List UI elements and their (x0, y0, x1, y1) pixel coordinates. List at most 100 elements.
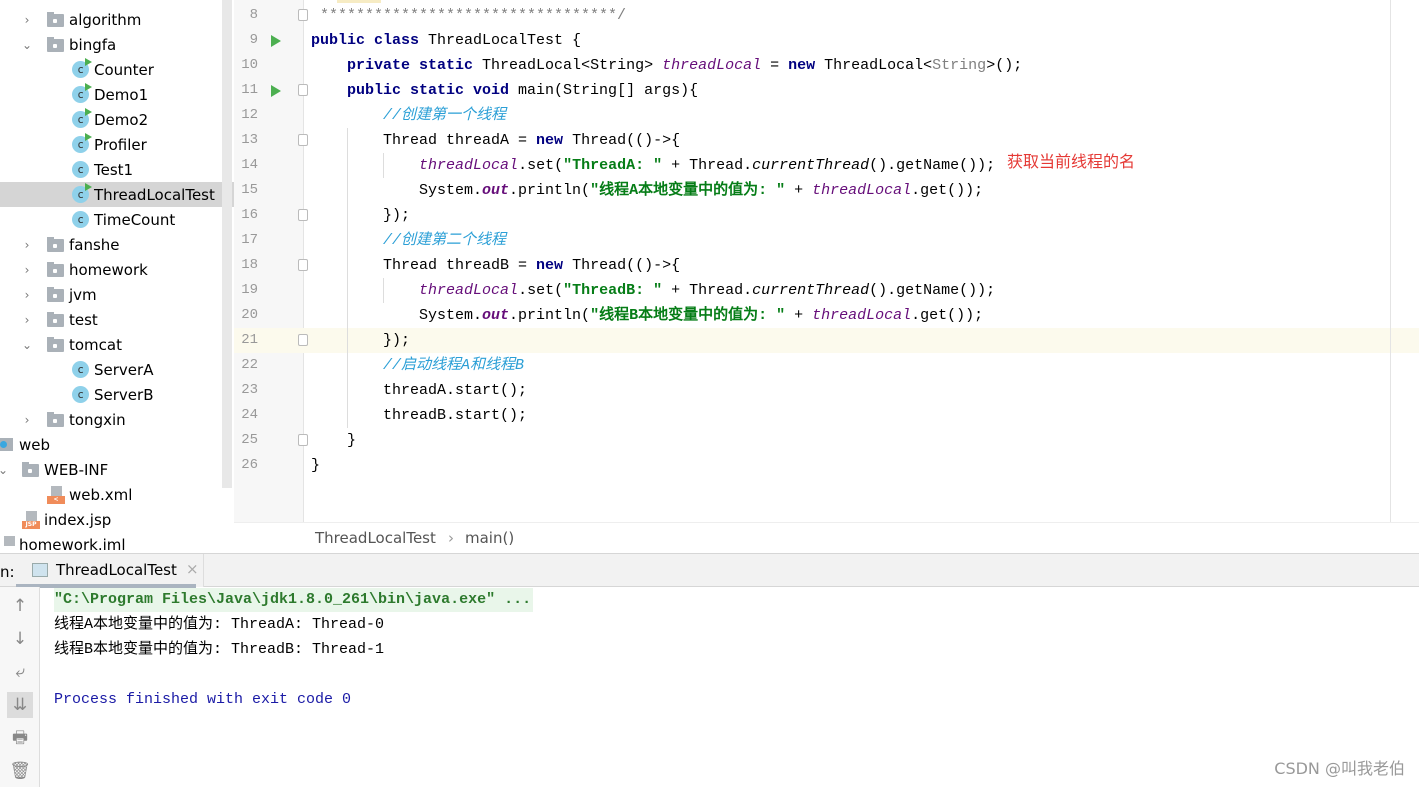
code-token: public static void (347, 82, 519, 99)
chevron-right-icon[interactable]: › (21, 313, 33, 327)
code-line[interactable]: 16 }); (234, 203, 1419, 228)
tree-item-profiler[interactable]: c Profiler (0, 132, 234, 157)
run-panel-header: n: ThreadLocalTest × (0, 553, 1419, 588)
tree-item-web-inf[interactable]: ⌄ WEB-INF (0, 457, 234, 482)
tree-item-timecount[interactable]: c TimeCount (0, 207, 234, 232)
tree-item-label: algorithm (69, 10, 142, 29)
code-line[interactable]: 24 threadB.start(); (234, 403, 1419, 428)
tree-item-label: homework.iml (19, 535, 126, 554)
tree-item-algorithm[interactable]: › algorithm (0, 7, 234, 32)
fold-marker-icon[interactable] (298, 134, 308, 146)
folder-icon (47, 312, 64, 327)
run-gutter-icon[interactable] (271, 35, 281, 47)
breadcrumb-separator: › (448, 529, 454, 547)
run-gutter-icon[interactable] (271, 85, 281, 97)
chevron-right-icon[interactable]: › (21, 413, 33, 427)
up-arrow-icon[interactable]: ↑ (7, 593, 33, 619)
code-token: "ThreadB: " (563, 282, 663, 299)
code-token: Thread threadA = (311, 132, 537, 149)
code-line[interactable]: 22 //启动线程A和线程B (234, 353, 1419, 378)
code-token: threadB.start(); (311, 407, 528, 424)
code-text: System.out.println("线程A本地变量中的值为: " + thr… (311, 178, 983, 203)
right-margin-guide (1390, 0, 1391, 522)
tree-item-threadlocaltest[interactable]: c ThreadLocalTest (0, 182, 234, 207)
code-line[interactable]: 25 } (234, 428, 1419, 453)
chevron-right-icon[interactable]: › (21, 263, 33, 277)
line-number: 9 (249, 32, 258, 48)
code-token: out (482, 307, 510, 324)
code-text: *********************************/ (311, 3, 626, 28)
code-line[interactable]: 26} (234, 453, 1419, 478)
breadcrumb-method[interactable]: main() (465, 529, 514, 547)
code-line[interactable]: 20 System.out.println("线程B本地变量中的值为: " + … (234, 303, 1419, 328)
tree-item-homework[interactable]: › homework (0, 257, 234, 282)
line-number: 14 (241, 157, 258, 173)
tree-item-servera[interactable]: c ServerA (0, 357, 234, 382)
tree-item-label: index.jsp (44, 510, 112, 529)
fold-marker-icon[interactable] (298, 334, 308, 346)
print-icon[interactable]: 🖶 (7, 725, 33, 751)
tree-item-web-xml[interactable]: < web.xml (0, 482, 234, 507)
code-line[interactable]: 8 *********************************/ (234, 3, 1419, 28)
tree-item-counter[interactable]: c Counter (0, 57, 234, 82)
line-number: 23 (241, 382, 258, 398)
code-line[interactable]: 14 threadLocal.set("ThreadA: " + Thread.… (234, 153, 1419, 178)
code-line[interactable]: 21 }); (234, 328, 1419, 353)
down-arrow-icon[interactable]: ↓ (7, 626, 33, 652)
tree-item-web[interactable]: web (0, 432, 234, 457)
tree-item-label: web.xml (69, 485, 133, 504)
code-line[interactable]: 19 threadLocal.set("ThreadB: " + Thread.… (234, 278, 1419, 303)
code-line[interactable]: 17 //创建第二个线程 (234, 228, 1419, 253)
tree-item-demo2[interactable]: c Demo2 (0, 107, 234, 132)
fold-marker-icon[interactable] (298, 259, 308, 271)
code-line[interactable]: 23 threadA.start(); (234, 378, 1419, 403)
chevron-right-icon[interactable]: › (21, 13, 33, 27)
console-output[interactable]: "C:\Program Files\Java\jdk1.8.0_261\bin\… (40, 587, 1419, 787)
java-class-icon: c (72, 58, 92, 78)
tree-item-index-jsp[interactable]: JSP index.jsp (0, 507, 234, 532)
line-number: 8 (249, 7, 258, 23)
code-token: main(String[] args){ (518, 82, 699, 99)
folder-icon (47, 237, 64, 252)
tree-item-label: fanshe (69, 235, 120, 254)
tree-item-jvm[interactable]: › jvm (0, 282, 234, 307)
trash-icon[interactable]: 🗑 (7, 758, 33, 784)
chevron-right-icon[interactable]: › (21, 238, 33, 252)
chevron-down-icon[interactable]: ⌄ (0, 463, 9, 477)
tree-item-tomcat[interactable]: ⌄ tomcat (0, 332, 234, 357)
jsp-file-icon: JSP (22, 511, 40, 529)
console-output-line: 线程A本地变量中的值为: ThreadA: Thread-0 (54, 616, 385, 633)
scroll-to-end-icon[interactable]: ⇊ (7, 692, 33, 718)
tree-item-serverb[interactable]: c ServerB (0, 382, 234, 407)
breadcrumb-class[interactable]: ThreadLocalTest (315, 529, 436, 547)
tree-item-demo1[interactable]: c Demo1 (0, 82, 234, 107)
tree-item-test1[interactable]: c Test1 (0, 157, 234, 182)
code-line[interactable]: 12 //创建第一个线程 (234, 103, 1419, 128)
code-line[interactable]: 11 public static void main(String[] args… (234, 78, 1419, 103)
fold-marker-icon[interactable] (298, 209, 308, 221)
project-tree-scrollbar[interactable] (222, 0, 232, 488)
fold-marker-icon[interactable] (298, 84, 308, 96)
code-editor[interactable]: 8 *********************************/ 9 pub… (234, 0, 1419, 522)
code-line[interactable]: 13 Thread threadA = new Thread(()->{ (234, 128, 1419, 153)
tree-item-fanshe[interactable]: › fanshe (0, 232, 234, 257)
folder-icon (47, 262, 64, 277)
fold-marker-icon[interactable] (298, 9, 308, 21)
code-line[interactable]: 15 System.out.println("线程A本地变量中的值为: " + … (234, 178, 1419, 203)
chevron-right-icon[interactable]: › (21, 288, 33, 302)
tree-item-tongxin[interactable]: › tongxin (0, 407, 234, 432)
fold-marker-icon[interactable] (298, 434, 308, 446)
close-icon[interactable]: × (186, 560, 199, 578)
console-icon (32, 563, 48, 577)
tab-threadlocaltest[interactable]: ThreadLocalTest × (16, 554, 204, 588)
soft-wrap-icon[interactable]: ⤶ (7, 659, 33, 685)
chevron-down-icon[interactable]: ⌄ (21, 38, 33, 52)
code-line[interactable]: 10 private static ThreadLocal<String> th… (234, 53, 1419, 78)
tree-item-homework-iml[interactable]: homework.iml (0, 532, 234, 553)
code-line[interactable]: 18 Thread threadB = new Thread(()->{ (234, 253, 1419, 278)
chevron-down-icon[interactable]: ⌄ (21, 338, 33, 352)
code-line[interactable]: 9 public class ThreadLocalTest { (234, 28, 1419, 53)
code-text: System.out.println("线程B本地变量中的值为: " + thr… (311, 303, 983, 328)
tree-item-test[interactable]: › test (0, 307, 234, 332)
tree-item-bingfa[interactable]: ⌄ bingfa (0, 32, 234, 57)
